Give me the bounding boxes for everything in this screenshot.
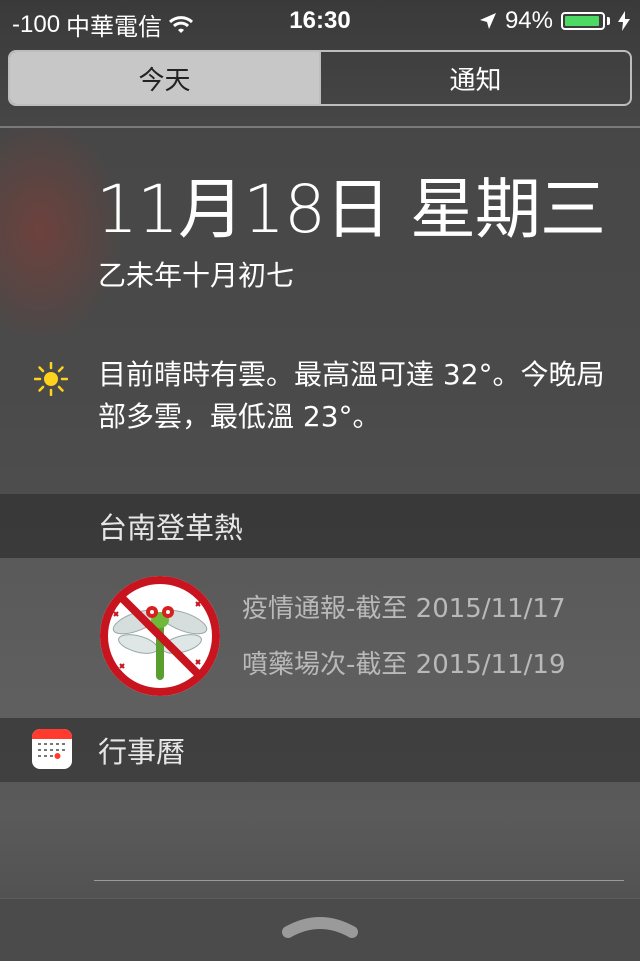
no-mosquito-logo[interactable] [96, 572, 224, 700]
dengue-spraying-schedule[interactable]: 噴藥場次-截至 2015/11/19 [242, 644, 566, 681]
tab-today[interactable]: 今天 [10, 52, 319, 104]
charging-bolt-icon [618, 11, 630, 31]
battery-level-fill [565, 16, 599, 26]
status-right: 94% [479, 7, 630, 35]
calendar-widget-header[interactable]: 行事曆 [0, 718, 640, 782]
sun-icon [34, 362, 68, 396]
status-bar: -100 中華電信 16:30 94% [0, 0, 640, 41]
weather-summary: 目前晴時有雲。最高溫可達 32°。今晚局部多雲，最低溫 23°。 [98, 358, 605, 433]
calendar-icon [32, 729, 72, 769]
dengue-widget-header[interactable]: 台南登革熱 [0, 494, 640, 558]
tab-notifications[interactable]: 通知 [319, 52, 630, 104]
segmented-control: 今天 通知 [8, 50, 632, 106]
divider [0, 126, 640, 128]
pull-up-grabber-icon[interactable] [282, 912, 358, 940]
battery-percent: 94% [504, 7, 553, 34]
lunar-date: 乙未年十月初七 [98, 259, 295, 292]
calendar-widget-title: 行事曆 [98, 735, 186, 769]
dengue-epidemic-report[interactable]: 疫情通報-截至 2015/11/17 [242, 588, 566, 625]
bottom-divider [94, 880, 624, 881]
dengue-widget-title: 台南登革熱 [98, 511, 244, 545]
background [0, 0, 640, 960]
battery-icon [561, 12, 605, 30]
location-arrow-icon [479, 13, 496, 29]
battery-cap [607, 17, 610, 25]
today-date: 11月18日 星期三 [96, 171, 606, 248]
